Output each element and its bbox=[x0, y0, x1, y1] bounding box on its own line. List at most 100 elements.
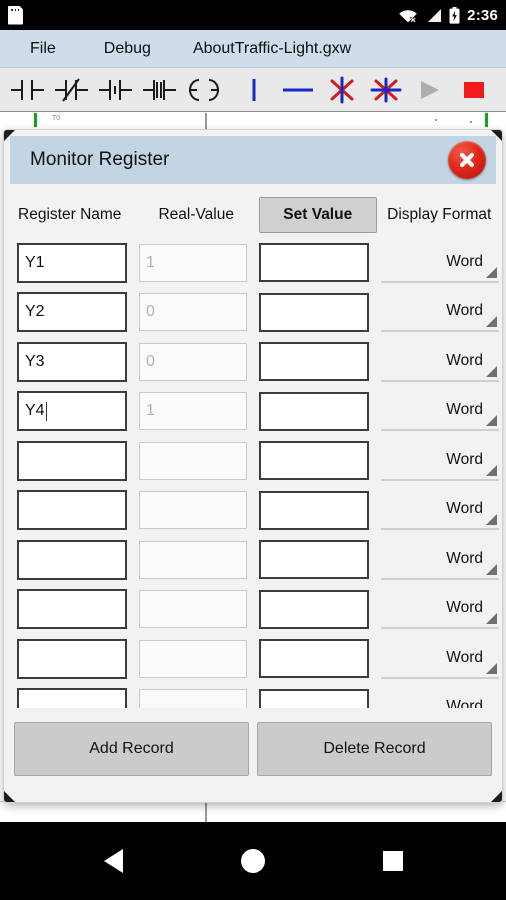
display-format-dropdown[interactable]: Word bbox=[381, 243, 499, 283]
set-value-input[interactable] bbox=[259, 292, 369, 332]
display-format-dropdown[interactable]: Word bbox=[381, 292, 499, 333]
table-header-row: Register Name Real-Value Set Value Displ… bbox=[4, 194, 502, 236]
delete-record-button[interactable]: Delete Record bbox=[257, 722, 492, 776]
menu-item-file[interactable]: File bbox=[30, 40, 56, 58]
sd-card-icon bbox=[8, 5, 23, 25]
set-value-input[interactable] bbox=[259, 639, 369, 679]
real-value-field bbox=[139, 441, 247, 480]
register-name-input[interactable] bbox=[17, 638, 127, 679]
menu-item-about[interactable]: About bbox=[193, 40, 235, 58]
table-row: Word bbox=[4, 486, 502, 536]
real-value-field bbox=[139, 689, 247, 708]
battery-charging-icon bbox=[449, 6, 460, 24]
set-value-input[interactable] bbox=[259, 441, 369, 481]
table-row: Y2 0 Word bbox=[4, 288, 502, 338]
real-value-field: 1 bbox=[139, 392, 247, 431]
display-format-label: Word bbox=[446, 401, 483, 419]
column-header-real-value: Real-Value bbox=[158, 206, 234, 223]
display-format-dropdown[interactable]: Word bbox=[381, 688, 499, 708]
stop-icon[interactable] bbox=[452, 70, 496, 110]
table-row: Word bbox=[4, 634, 502, 684]
ladder-left-rail bbox=[34, 113, 37, 127]
coil-icon[interactable] bbox=[182, 70, 226, 110]
home-icon[interactable] bbox=[240, 849, 265, 873]
delete-horizontal-line-icon[interactable] bbox=[364, 70, 408, 110]
display-format-label: Word bbox=[446, 648, 483, 666]
register-name-input[interactable] bbox=[17, 490, 127, 531]
back-icon[interactable] bbox=[103, 849, 123, 873]
vertical-line-icon[interactable] bbox=[232, 70, 276, 110]
display-format-label: Word bbox=[446, 252, 483, 270]
contact-nc-icon[interactable] bbox=[50, 70, 94, 110]
register-name-input[interactable] bbox=[17, 440, 127, 481]
horizontal-line-icon[interactable] bbox=[276, 70, 320, 110]
display-format-label: Word bbox=[446, 698, 483, 708]
wifi-disconnected-icon bbox=[398, 7, 418, 23]
table-row: Y4 1 Word bbox=[4, 387, 502, 437]
chevron-down-icon bbox=[486, 365, 497, 377]
document-title: Traffic-Light.gxw bbox=[234, 40, 352, 57]
register-name-input[interactable]: Y3 bbox=[17, 341, 127, 382]
register-name-input[interactable] bbox=[17, 589, 127, 630]
display-format-dropdown[interactable]: Word bbox=[381, 391, 499, 432]
dialog-title: Monitor Register bbox=[30, 149, 170, 170]
gxworks-app-window: File Debug About Traffic-Light.gxw T0 Mo… bbox=[0, 30, 506, 822]
table-row: Word bbox=[4, 585, 502, 635]
app-menu-bar: File Debug About Traffic-Light.gxw bbox=[0, 30, 506, 68]
set-value-input[interactable] bbox=[259, 688, 369, 708]
ladder-right-rail bbox=[485, 113, 488, 127]
set-value-input[interactable] bbox=[259, 540, 369, 580]
status-bar-right-icons: 2:36 bbox=[398, 6, 498, 24]
set-value-button[interactable]: Set Value bbox=[258, 197, 377, 233]
run-icon[interactable] bbox=[408, 70, 452, 110]
display-format-dropdown[interactable]: Word bbox=[381, 639, 499, 679]
table-row: Word bbox=[4, 684, 502, 708]
set-value-input[interactable] bbox=[259, 342, 369, 382]
contact-rising-edge-icon[interactable] bbox=[94, 70, 138, 110]
status-bar-clock: 2:36 bbox=[467, 6, 498, 24]
display-format-dropdown[interactable]: Word bbox=[381, 441, 499, 481]
real-value-field bbox=[139, 590, 247, 629]
register-name-input[interactable]: Y1 bbox=[17, 242, 127, 283]
chevron-down-icon bbox=[486, 316, 497, 328]
android-navigation-bar bbox=[0, 822, 506, 900]
display-format-label: Word bbox=[446, 549, 483, 567]
delete-vertical-line-icon[interactable] bbox=[320, 70, 364, 110]
chevron-down-icon bbox=[486, 415, 497, 427]
register-rows-list[interactable]: Y1 1 Word Y2 0 Word Y3 0 Word Y4 1 Word Word Word Word… bbox=[4, 238, 502, 708]
set-value-input[interactable] bbox=[259, 589, 369, 629]
display-format-dropdown[interactable]: Word bbox=[381, 540, 499, 580]
real-value-field: 0 bbox=[139, 342, 247, 381]
add-record-button[interactable]: Add Record bbox=[14, 722, 249, 776]
ladder-device-label: T0 bbox=[52, 115, 61, 122]
chevron-down-icon bbox=[486, 514, 497, 526]
set-value-input[interactable] bbox=[259, 490, 369, 530]
display-format-dropdown[interactable]: Word bbox=[381, 589, 499, 630]
table-row: Word bbox=[4, 436, 502, 486]
display-format-dropdown[interactable]: Word bbox=[381, 342, 499, 382]
contact-falling-edge-icon[interactable] bbox=[138, 70, 182, 110]
display-format-dropdown[interactable]: Word bbox=[381, 490, 499, 531]
cellular-signal-icon bbox=[425, 8, 442, 23]
android-status-bar: 2:36 bbox=[0, 0, 506, 30]
chevron-down-icon bbox=[486, 613, 497, 625]
set-value-input[interactable] bbox=[259, 391, 369, 431]
register-name-input[interactable]: Y4 bbox=[17, 391, 127, 432]
menu-item-debug[interactable]: Debug bbox=[104, 40, 151, 58]
real-value-field: 0 bbox=[139, 293, 247, 332]
display-format-label: Word bbox=[446, 500, 483, 518]
table-row: Y1 1 Word bbox=[4, 238, 502, 288]
register-name-input[interactable] bbox=[17, 688, 127, 708]
chevron-down-icon bbox=[486, 266, 497, 278]
recents-icon[interactable] bbox=[382, 851, 403, 871]
register-name-input[interactable]: Y2 bbox=[17, 292, 127, 333]
chevron-down-icon bbox=[486, 464, 497, 476]
close-icon[interactable] bbox=[448, 141, 486, 179]
display-format-label: Word bbox=[446, 450, 483, 468]
real-value-field: 1 bbox=[139, 243, 247, 282]
set-value-input[interactable] bbox=[259, 243, 369, 283]
dialog-title-bar: Monitor Register bbox=[10, 136, 496, 184]
real-value-field bbox=[139, 540, 247, 579]
register-name-input[interactable] bbox=[17, 539, 127, 580]
contact-no-icon[interactable] bbox=[6, 70, 50, 110]
